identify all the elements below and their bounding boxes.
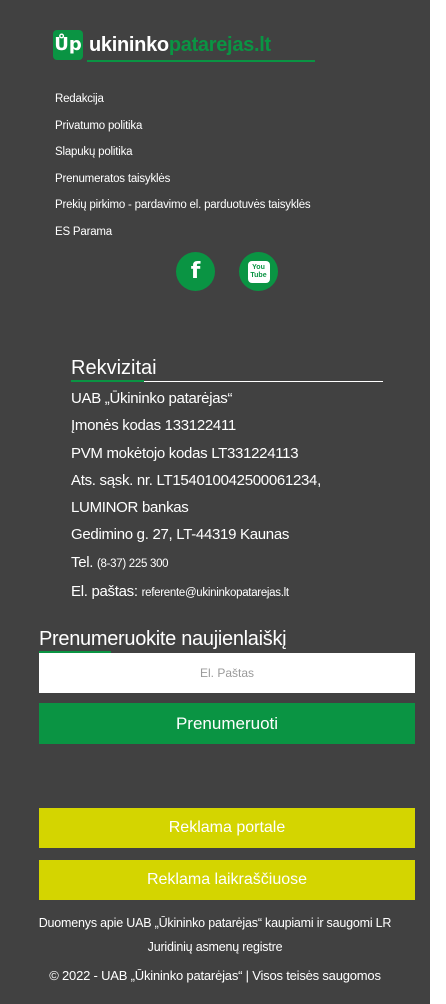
subscribe-button[interactable]: Prenumeruoti bbox=[39, 703, 415, 744]
phone-row: Tel. (8-37) 225 300 bbox=[71, 549, 321, 578]
rekvizitai-title: Rekvizitai bbox=[71, 357, 157, 379]
advertise-portal-button[interactable]: Reklama portale bbox=[39, 808, 415, 848]
footer-links: Redakcija Privatumo politika Slapukų pol… bbox=[55, 86, 311, 245]
logo-text-primary: ukininko bbox=[89, 33, 169, 56]
vat-code: PVM mokėtojo kodas LT331224113 bbox=[71, 444, 299, 462]
facebook-icon[interactable]: f bbox=[176, 252, 215, 291]
link-es-parama[interactable]: ES Parama bbox=[55, 219, 311, 246]
link-subscription-rules[interactable]: Prenumeratos taisyklės bbox=[55, 166, 311, 193]
youtube-icon[interactable]: You Tube bbox=[239, 252, 278, 291]
link-privacy-policy[interactable]: Privatumo politika bbox=[55, 113, 311, 140]
youtube-logo: You Tube bbox=[247, 260, 270, 283]
newsletter-title: Prenumeruokite naujienlaiškį bbox=[39, 628, 287, 650]
registry-info-line1: Duomenys apie UAB „Ūkininko patarėjas“ k… bbox=[38, 916, 392, 930]
link-shop-rules[interactable]: Prekių pirkimo - pardavimo el. parduotuv… bbox=[55, 192, 311, 219]
site-logo[interactable]: Ůp ukininkopatarejas.lt bbox=[53, 30, 271, 60]
company-code: Įmonės kodas 133122411 bbox=[71, 417, 236, 435]
company-name: UAB „Ūkininko patarėjas“ bbox=[71, 390, 233, 407]
rekvizitai-accent bbox=[71, 380, 144, 382]
youtube-logo-top: You bbox=[252, 263, 265, 271]
newsletter-email-input[interactable] bbox=[39, 653, 415, 693]
phone-value[interactable]: (8-37) 225 300 bbox=[97, 558, 169, 570]
email-label: El. paštas: bbox=[71, 583, 138, 601]
registry-info-line2[interactable]: Juridinių asmenų registre bbox=[0, 935, 430, 959]
link-redakcija[interactable]: Redakcija bbox=[55, 86, 311, 113]
logo-text-secondary: patarejas.lt bbox=[168, 33, 271, 56]
registry-info: Duomenys apie UAB „Ūkininko patarėjas“ k… bbox=[0, 911, 430, 959]
bank-name: LUMINOR bankas bbox=[71, 499, 189, 517]
link-cookie-policy[interactable]: Slapukų politika bbox=[55, 139, 311, 166]
bank-account: Ats. sąsk. nr. LT154010042500061234, bbox=[71, 471, 321, 489]
youtube-logo-bottom: Tube bbox=[250, 271, 267, 279]
email-row: El. paštas: referente@ukininkopatarejas.… bbox=[71, 578, 321, 607]
logo-text: ukininkopatarejas.lt bbox=[89, 34, 271, 57]
copyright: © 2022 - UAB „Ūkininko patarėjas“ | Viso… bbox=[49, 968, 381, 983]
company-address: Gedimino g. 27, LT-44319 Kaunas bbox=[71, 526, 290, 544]
email-value[interactable]: referente@ukininkopatarejas.lt bbox=[142, 587, 289, 599]
logo-mark: Ůp bbox=[53, 30, 83, 60]
logo-underline bbox=[87, 60, 315, 62]
social-links: f You Tube bbox=[176, 252, 278, 291]
company-details: UAB „Ūkininko patarėjas“ Įmonės kodas 13… bbox=[71, 385, 321, 607]
site-footer: Ůp ukininkopatarejas.lt Redakcija Privat… bbox=[0, 0, 430, 1004]
advertise-newspapers-button[interactable]: Reklama laikraščiuose bbox=[39, 860, 415, 900]
phone-label: Tel. bbox=[71, 553, 94, 571]
